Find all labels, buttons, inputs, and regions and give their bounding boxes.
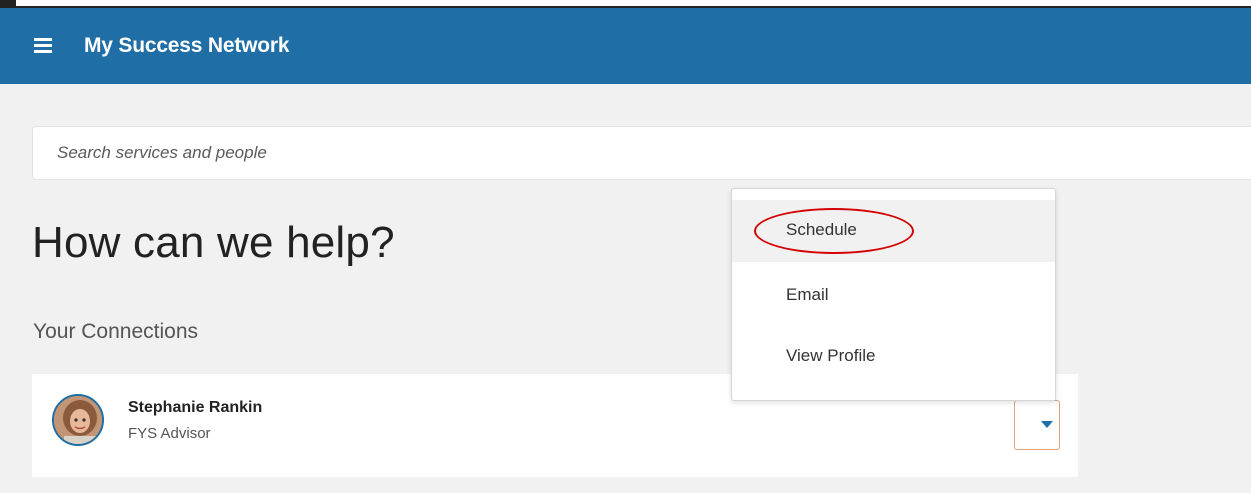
menu-item-label: Email (786, 285, 829, 304)
menu-item-view-profile[interactable]: View Profile (732, 326, 1055, 388)
menu-item-email[interactable]: Email (732, 265, 1055, 327)
menu-item-label: Schedule (786, 220, 857, 239)
connections-heading: Your Connections (33, 320, 199, 343)
app-header: My Success Network (0, 8, 1251, 84)
main-content: How can we help? Your Connections Stepha… (0, 84, 1251, 493)
connection-actions-menu: Schedule Email View Profile (731, 188, 1056, 401)
top-edge (0, 0, 1251, 8)
connection-name: Stephanie Rankin (128, 399, 263, 416)
page-title: How can we help? (32, 218, 395, 267)
app-title: My Success Network (84, 34, 290, 57)
hamburger-icon[interactable] (34, 38, 52, 54)
person-avatar (52, 394, 104, 446)
menu-item-schedule[interactable]: Schedule (732, 200, 1055, 262)
connection-actions-toggle[interactable] (1014, 400, 1060, 450)
menu-item-label: View Profile (786, 346, 876, 365)
search-input[interactable] (32, 126, 1251, 180)
caret-down-icon (1041, 421, 1053, 428)
connection-role: FYS Advisor (128, 425, 211, 442)
